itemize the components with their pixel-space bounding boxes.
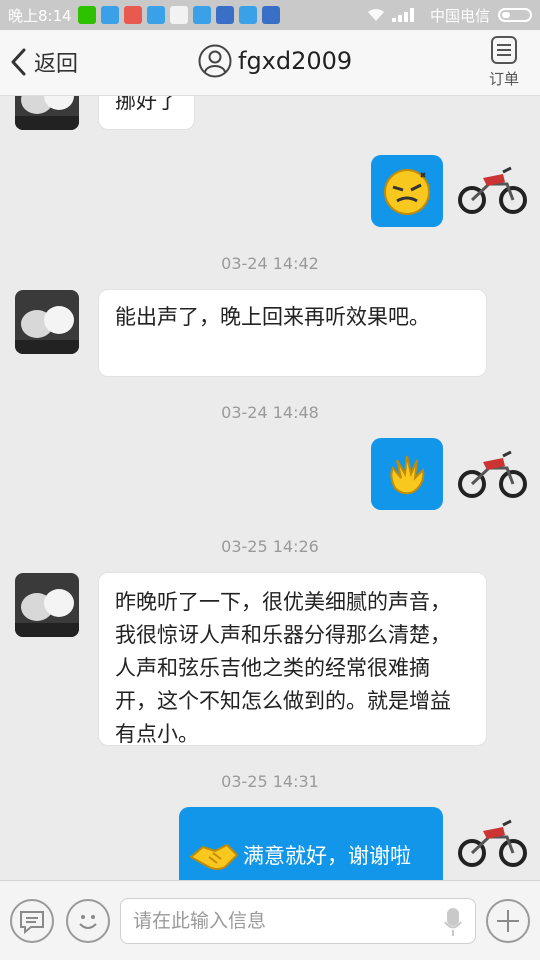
contact-name: fgxd2009	[238, 47, 353, 75]
contact-avatar[interactable]	[15, 290, 79, 354]
wave-hand-emoticon-icon	[390, 455, 425, 495]
chevron-left-icon	[11, 48, 26, 76]
my-avatar[interactable]	[457, 162, 527, 218]
message-text: 能出声了，晚上回来再听效果吧。	[115, 305, 430, 329]
app-notification-icon	[238, 6, 257, 24]
smiley-icon	[79, 915, 97, 929]
message-text: 昨晚听了一下，很优美细腻的声音，我很惊讶人声和乐器分得那么清楚，人声和弦乐吉他之…	[115, 590, 451, 746]
message-text: 挪好了	[115, 96, 178, 113]
status-time: 晚上8:14	[8, 6, 72, 25]
message-timestamp: 03-24 14:42	[221, 254, 319, 273]
plus-icon	[497, 910, 519, 932]
message-timestamp: 03-24 14:48	[221, 403, 319, 422]
message-input-container	[120, 898, 476, 944]
message-timestamp: 03-25 14:26	[221, 537, 319, 556]
carrier-label: 中国电信	[429, 6, 490, 25]
message-bubble-received[interactable]: 挪好了	[98, 96, 195, 130]
contact-avatar[interactable]	[15, 573, 79, 637]
message-bubble-received[interactable]: 昨晚听了一下，很优美细腻的声音，我很惊讶人声和乐器分得那么清楚，人声和弦乐吉他之…	[98, 572, 487, 746]
app-notification-icon	[261, 6, 280, 24]
battery-icon	[498, 8, 532, 22]
handshake-emoticon-icon	[189, 843, 239, 870]
qq-icon	[169, 6, 188, 24]
contact-title[interactable]: fgxd2009	[198, 44, 352, 78]
order-label: 订单	[488, 70, 519, 88]
chat-header: 返回 fgxd2009 订单	[0, 30, 540, 96]
app-notification-icon	[146, 6, 165, 24]
app-notification-icon	[215, 6, 234, 24]
app-notification-icon	[123, 6, 142, 24]
chat-message-list[interactable]: 挪好了 03-24 14:42 能出声了，晚上回来再听效果吧。 03-24 14…	[0, 96, 540, 880]
message-input[interactable]	[133, 907, 423, 935]
app-notification-icon	[192, 6, 211, 24]
signal-icon	[391, 8, 414, 22]
wifi-icon	[367, 8, 384, 21]
order-button[interactable]: 订单	[486, 36, 522, 89]
app-notification-icon	[100, 6, 119, 24]
grimace-emoticon-icon	[384, 169, 430, 215]
message-bubble-sent[interactable]	[371, 155, 443, 227]
my-avatar[interactable]	[457, 815, 527, 871]
message-bubble-sent[interactable]: 满意就好，谢谢啦	[179, 807, 443, 880]
back-label: 返回	[34, 52, 79, 77]
chat-bubble-icon	[20, 911, 44, 935]
wechat-icon	[77, 6, 96, 24]
microphone-icon[interactable]	[443, 907, 463, 937]
more-options-button[interactable]	[486, 899, 530, 943]
message-bubble-received[interactable]: 能出声了，晚上回来再听效果吧。	[98, 289, 487, 377]
order-list-icon	[491, 36, 517, 64]
my-avatar[interactable]	[457, 446, 527, 502]
quick-reply-button[interactable]	[10, 899, 54, 943]
message-input-bar	[0, 880, 540, 960]
contact-avatar[interactable]	[15, 96, 79, 130]
message-text: 满意就好，谢谢啦	[243, 844, 411, 868]
status-bar: 晚上8:14 中国电信	[0, 0, 540, 30]
message-timestamp: 03-25 14:31	[221, 772, 319, 791]
message-bubble-sent[interactable]	[371, 438, 443, 510]
user-profile-icon	[198, 44, 232, 78]
notification-icons	[77, 6, 280, 24]
emoji-button[interactable]	[66, 899, 110, 943]
back-button[interactable]: 返回	[10, 46, 78, 78]
